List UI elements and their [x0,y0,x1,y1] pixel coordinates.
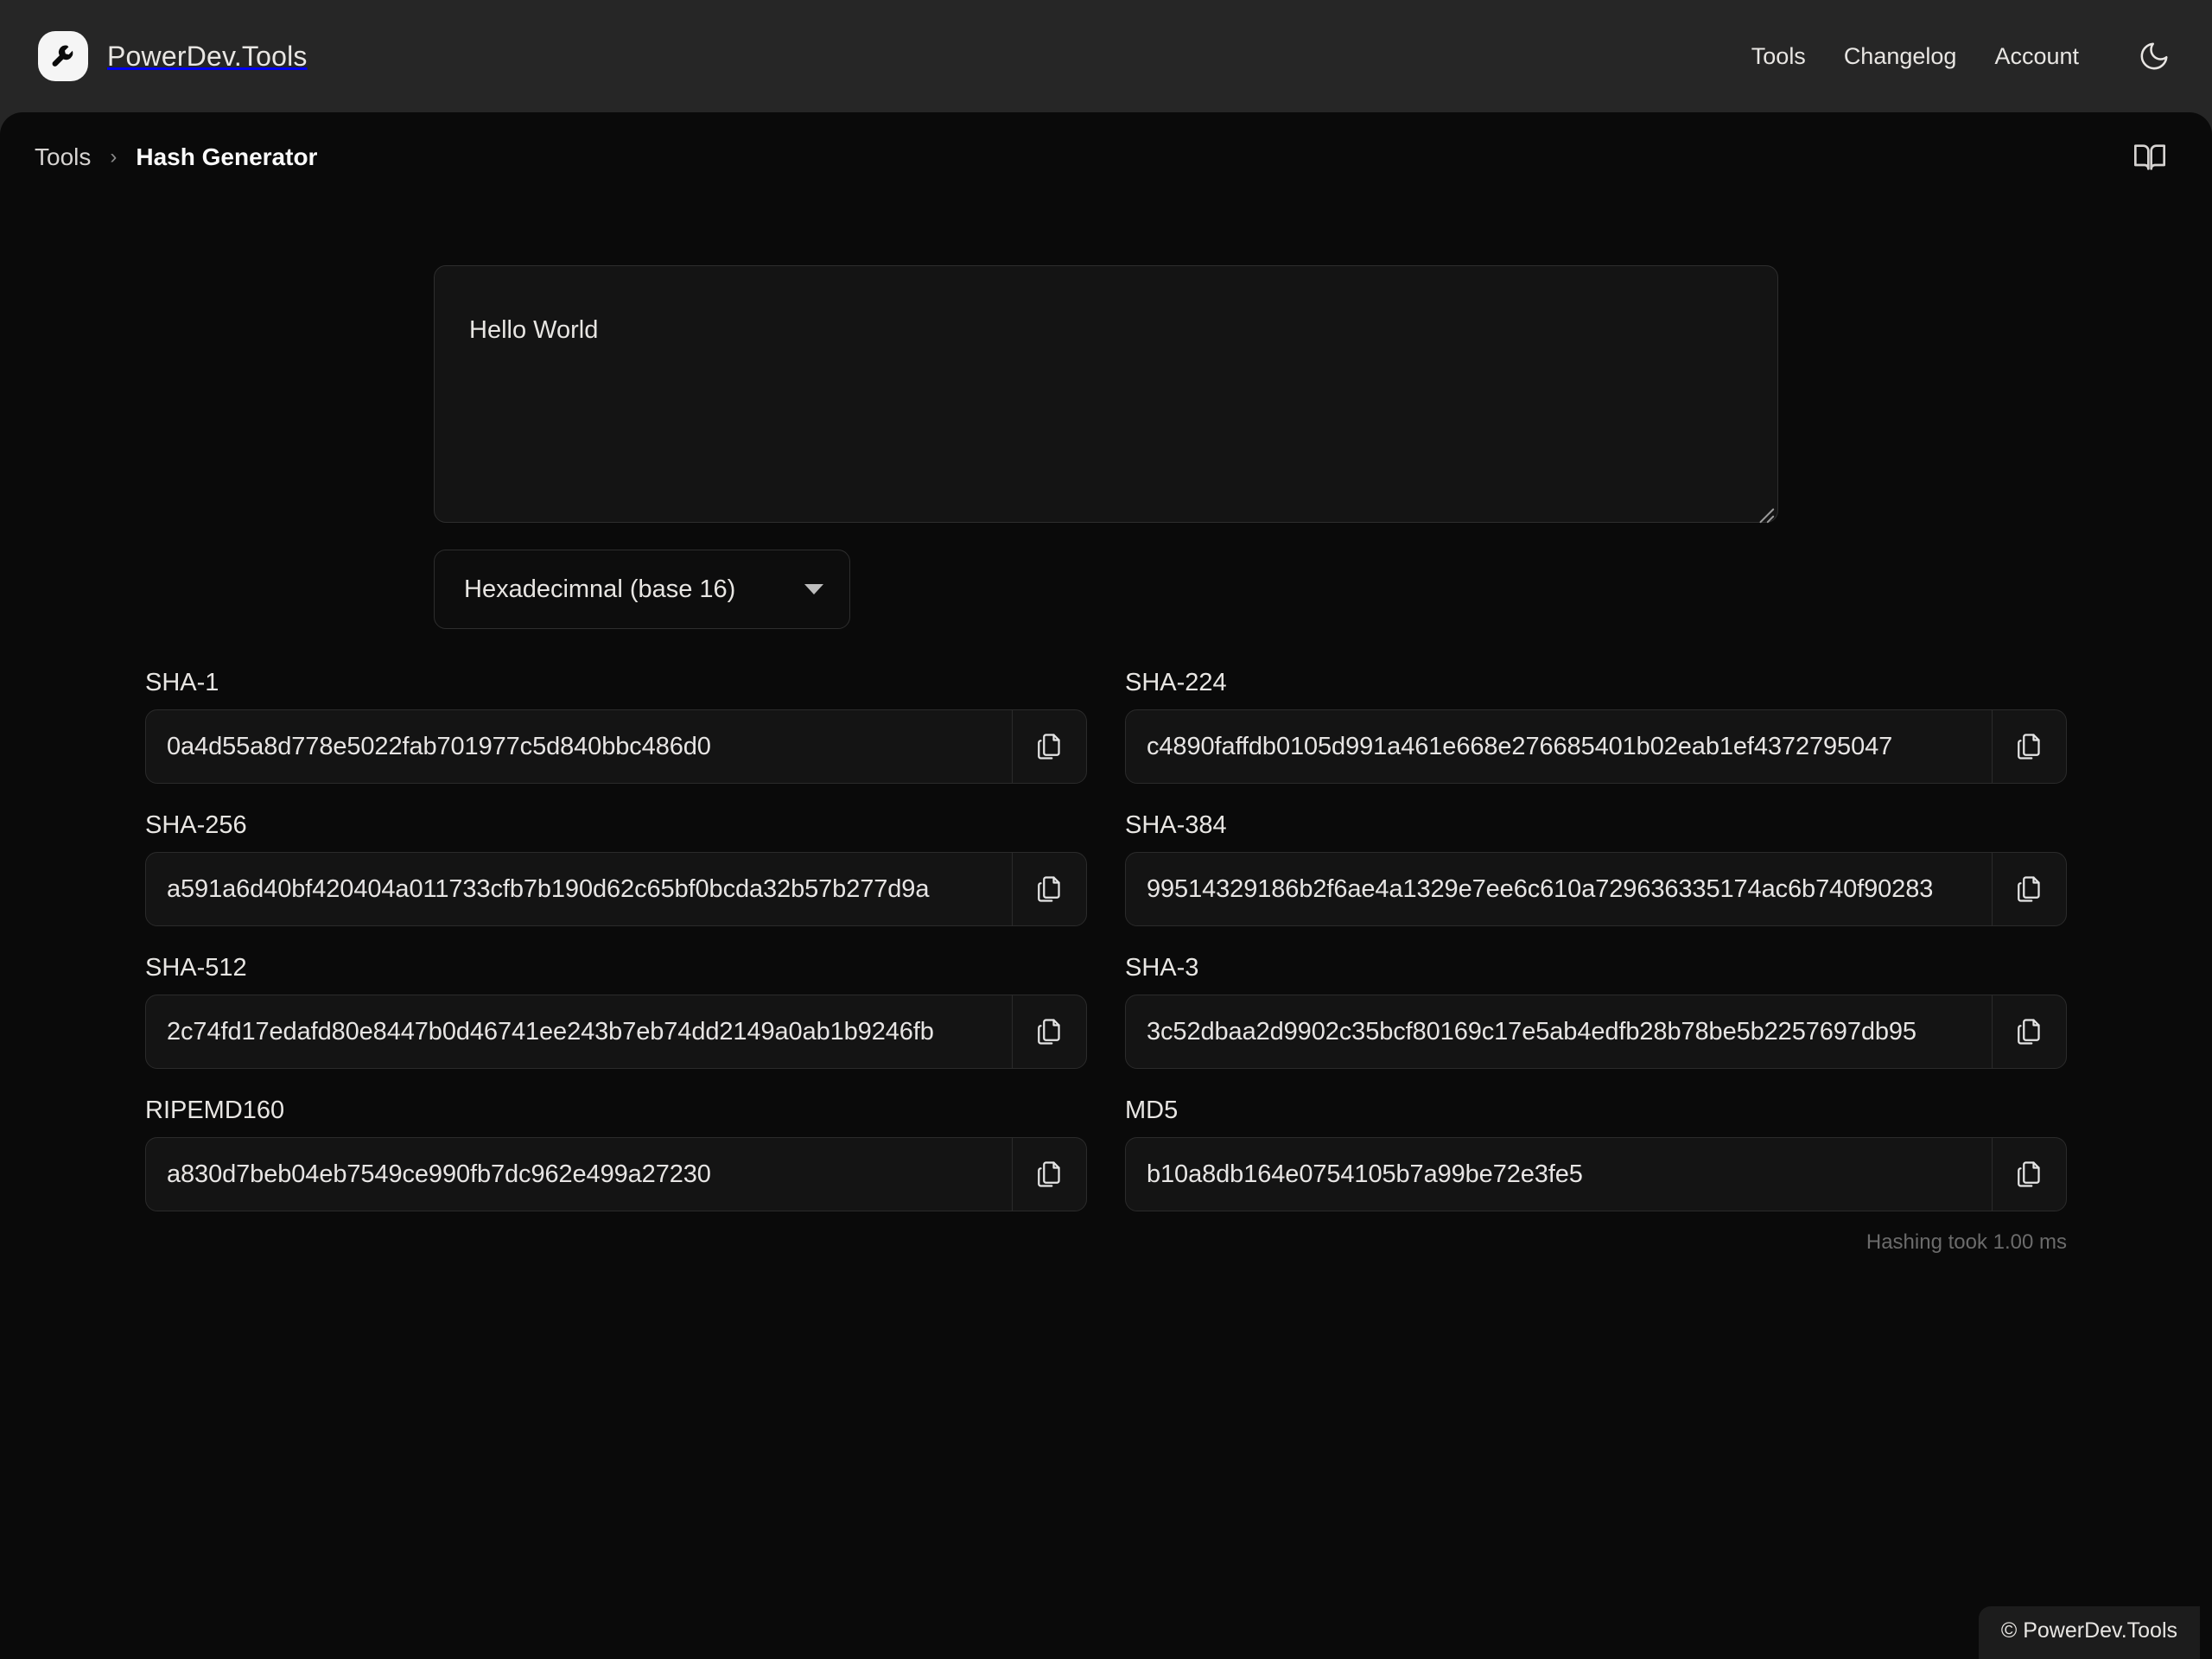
hash-label: MD5 [1125,1096,1179,1124]
copy-icon[interactable] [1012,853,1086,925]
breadcrumb-parent-tools[interactable]: Tools [35,143,91,171]
hash-value[interactable]: c4890faffdb0105d991a461e668e276685401b02… [1126,710,1992,783]
copy-icon[interactable] [1012,710,1086,783]
brand-name: PowerDev.Tools [107,40,308,72]
hash-label: SHA-512 [145,954,247,982]
tool-content: Hexadecimnal (base 16) SHA-1 0a4d55a8d77… [0,202,2212,1255]
hash-result-sha-512: SHA-512 2c74fd17edafd80e8447b0d46741ee24… [145,954,1087,1069]
hash-input-textarea[interactable] [434,265,1778,523]
textarea-container [434,265,1778,527]
hash-value[interactable]: a591a6d40bf420404a011733cfb7b190d62c65bf… [146,853,1012,925]
hash-field: 99514329186b2f6ae4a1329e7ee6c610a7296363… [1125,852,2067,926]
wrench-icon [38,31,88,81]
hash-field: a591a6d40bf420404a011733cfb7b190d62c65bf… [145,852,1087,926]
nav-link-changelog[interactable]: Changelog [1844,43,1957,70]
hash-result-sha-384: SHA-384 99514329186b2f6ae4a1329e7ee6c610… [1125,811,2067,926]
copy-icon[interactable] [1012,995,1086,1068]
footer-copyright: © PowerDev.Tools [1978,1606,2200,1659]
hash-result-sha-224: SHA-224 c4890faffdb0105d991a461e668e2766… [1125,669,2067,784]
chevron-down-icon [804,584,823,594]
hashing-time-status: Hashing took 1.00 ms [1866,1230,2067,1254]
hash-value[interactable]: b10a8db164e0754105b7a99be72e3fe5 [1126,1138,1992,1211]
hash-label: SHA-3 [1125,954,1199,982]
hash-label: SHA-384 [1125,811,1227,839]
output-format-value: Hexadecimnal (base 16) [464,575,736,603]
hash-result-ripemd160: RIPEMD160 a830d7beb04eb7549ce990fb7dc962… [145,1096,1087,1211]
output-format-select[interactable]: Hexadecimnal (base 16) [434,550,850,629]
nav-link-account[interactable]: Account [1994,43,2079,70]
hash-value[interactable]: 2c74fd17edafd80e8447b0d46741ee243b7eb74d… [146,995,1012,1068]
copy-icon[interactable] [1992,853,2066,925]
primary-nav: Tools Changelog Account [1751,36,2174,76]
hash-label: SHA-256 [145,811,247,839]
hash-value[interactable]: a830d7beb04eb7549ce990fb7dc962e499a27230 [146,1138,1012,1211]
hash-field: a830d7beb04eb7549ce990fb7dc962e499a27230 [145,1137,1087,1211]
format-select-row: Hexadecimnal (base 16) [434,550,1778,629]
hash-label: SHA-224 [1125,669,1227,696]
hash-results-grid: SHA-1 0a4d55a8d778e5022fab701977c5d840bb… [145,669,2067,1211]
hash-field: 3c52dbaa2d9902c35bcf80169c17e5ab4edfb28b… [1125,995,2067,1069]
hash-field: b10a8db164e0754105b7a99be72e3fe5 [1125,1137,2067,1211]
copy-icon[interactable] [1992,710,2066,783]
brand-home-link[interactable]: PowerDev.Tools [38,31,308,81]
hash-result-sha-256: SHA-256 a591a6d40bf420404a011733cfb7b190… [145,811,1087,926]
hash-value[interactable]: 99514329186b2f6ae4a1329e7ee6c610a7296363… [1126,853,1992,925]
hash-field: 0a4d55a8d778e5022fab701977c5d840bbc486d0 [145,709,1087,784]
nav-link-tools[interactable]: Tools [1751,43,1806,70]
hash-result-sha-3: SHA-3 3c52dbaa2d9902c35bcf80169c17e5ab4e… [1125,954,2067,1069]
book-icon[interactable] [2126,133,2174,181]
top-navigation-bar: PowerDev.Tools Tools Changelog Account [0,0,2212,112]
hash-value[interactable]: 3c52dbaa2d9902c35bcf80169c17e5ab4edfb28b… [1126,995,1992,1068]
input-section: Hexadecimnal (base 16) [145,202,2067,629]
chevron-right-icon: › [110,145,118,168]
page-title: Hash Generator [136,143,318,170]
hash-result-md5: MD5 b10a8db164e0754105b7a99be72e3fe5 [1125,1096,2067,1211]
copy-icon[interactable] [1992,1138,2066,1211]
hash-result-sha-1: SHA-1 0a4d55a8d778e5022fab701977c5d840bb… [145,669,1087,784]
copy-icon[interactable] [1012,1138,1086,1211]
breadcrumb: Tools › Hash Generator [35,143,317,171]
breadcrumb-bar: Tools › Hash Generator [0,112,2212,202]
hash-label: SHA-1 [145,669,219,696]
hash-value[interactable]: 0a4d55a8d778e5022fab701977c5d840bbc486d0 [146,710,1012,783]
moon-icon[interactable] [2134,36,2174,76]
hash-label: RIPEMD160 [145,1096,285,1124]
hash-field: 2c74fd17edafd80e8447b0d46741ee243b7eb74d… [145,995,1087,1069]
copy-icon[interactable] [1992,995,2066,1068]
hash-field: c4890faffdb0105d991a461e668e276685401b02… [1125,709,2067,784]
main-panel: Tools › Hash Generator Hello World Hexad… [0,112,2212,1659]
